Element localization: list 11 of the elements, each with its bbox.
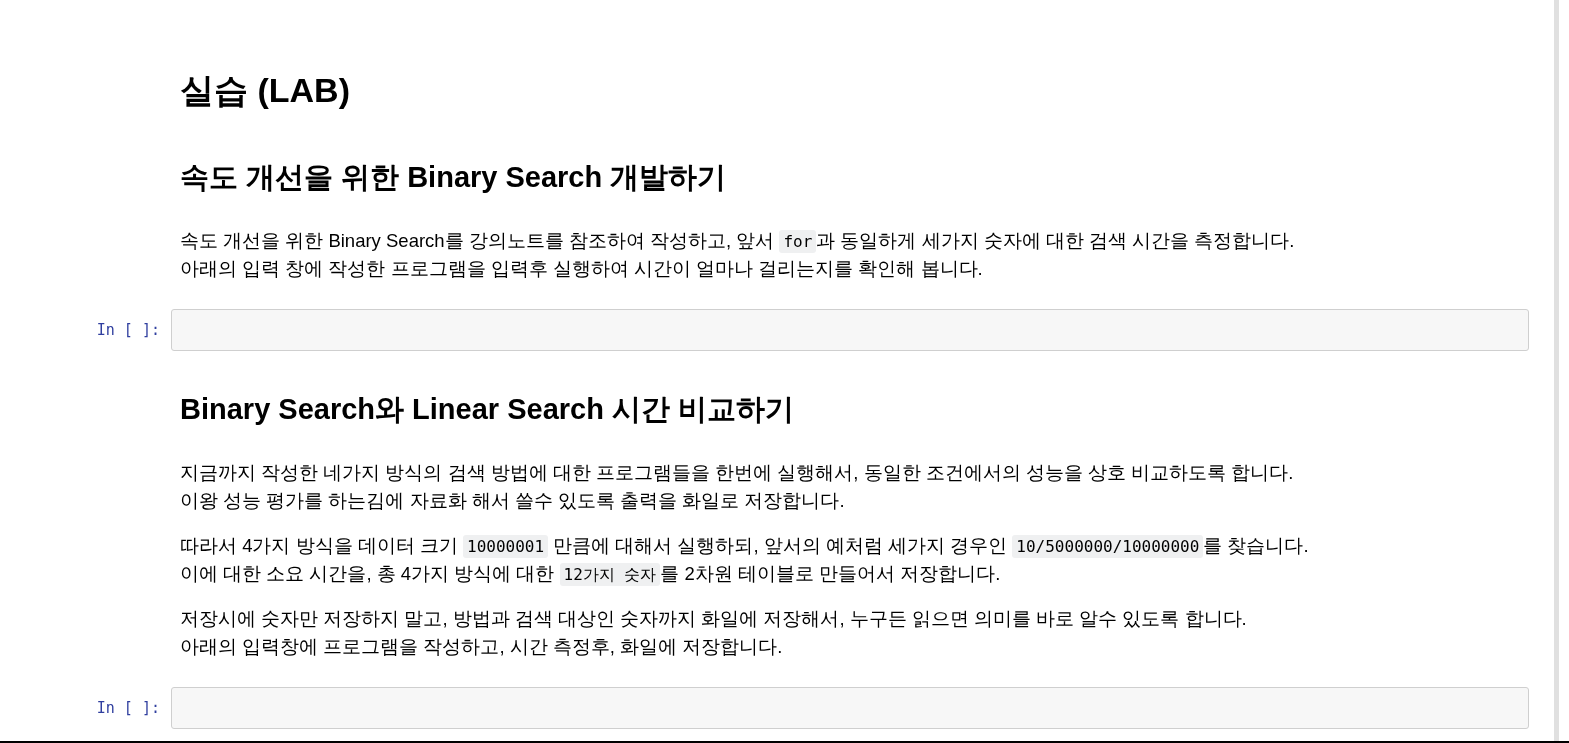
input-prompt: In [ ]: <box>96 320 160 340</box>
paragraph: 저장시에 숫자만 저장하지 말고, 방법과 검색 대상인 숫자까지 화일에 저장해서, 누구든 읽으면 의미를 바로 알수 있도록 합니다. 아래의 입력창에 프로그램을 작성하고, 시간 측정후, 화일에 저장합니다. <box>180 607 1247 659</box>
code-input-field[interactable] <box>171 687 1529 729</box>
section-heading: Binary Search와 Linear Search 시간 비교하기 <box>180 392 795 427</box>
code-input-field[interactable] <box>171 309 1529 351</box>
paragraph: 지금까지 작성한 네가지 방식의 검색 방법에 대한 프로그램들을 한번에 실행해서, 동일한 조건에서의 성능을 상호 비교하도록 합니다. 이왕 성능 평가를 하는김에 자료화 해서 쓸수 있도록 출력을 화일로 저장합니다. <box>180 461 1294 513</box>
input-prompt: In [ ]: <box>96 698 160 718</box>
paragraph: 따라서 4가지 방식을 데이터 크기 10000001 만큼에 대해서 실행하되, 앞서의 예처럼 세가지 경우인 10/5000000/10000000 를 찾습니다. 이에 대한 소요 시간을, 총 4가지 방식에 대한 12가지 숫자 를 2차원 테이블로 만들어서 저장합니다. <box>180 534 1309 588</box>
section-heading: 속도 개선을 위한 Binary Search 개발하기 <box>180 160 727 195</box>
paragraph: 속도 개선을 위한 Binary Search를 강의노트를 참조하여 작성하고, 앞서 for 과 동일하게 세가지 숫자에 대한 검색 시간을 측정합니다. 아래의 입력 창에 작성한 프로그램을 입력후 실행하여 시간이 얼마나 걸리는지를 확인해 봅니다. <box>180 229 1295 281</box>
notebook-title: 실습 (LAB) <box>180 70 350 111</box>
